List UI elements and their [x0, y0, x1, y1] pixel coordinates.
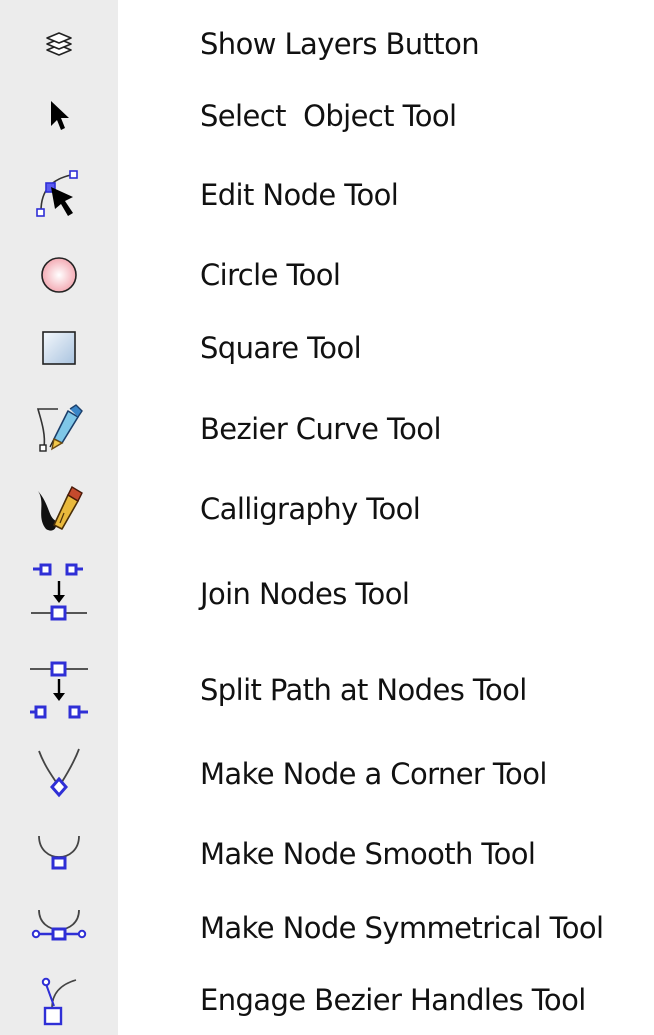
circle-icon[interactable] [39, 255, 79, 295]
tool-label: Engage Bezier Handles Tool [200, 983, 586, 1017]
calligraphy-pen-icon[interactable] [34, 483, 84, 535]
tool-row-calligraphy: Calligraphy Tool [0, 482, 654, 536]
tool-label: Square Tool [200, 331, 362, 365]
tool-label: Make Node Symmetrical Tool [200, 911, 604, 945]
corner-node-icon[interactable] [35, 747, 83, 801]
symmetric-node-icon[interactable] [30, 906, 88, 950]
tool-row-square: Square Tool [0, 324, 654, 372]
smooth-node-icon[interactable] [35, 832, 83, 876]
tool-label: Calligraphy Tool [200, 492, 421, 526]
square-icon[interactable] [40, 329, 78, 367]
select-arrow-icon[interactable] [46, 99, 72, 133]
tool-label: Circle Tool [200, 258, 341, 292]
tool-row-circle: Circle Tool [0, 250, 654, 300]
tool-label: Select Object Tool [200, 99, 457, 133]
tool-row-show-layers: Show Layers Button [0, 22, 654, 66]
split-path-icon[interactable] [28, 655, 90, 725]
edit-node-icon[interactable] [33, 169, 85, 221]
tool-label: Split Path at Nodes Tool [200, 673, 527, 707]
tool-row-smooth-node: Make Node Smooth Tool [0, 828, 654, 880]
tool-row-select-object: Select Object Tool [0, 94, 654, 138]
tool-label: Show Layers Button [200, 27, 480, 61]
bezier-handles-icon[interactable] [36, 972, 82, 1028]
tool-label: Join Nodes Tool [200, 577, 410, 611]
tool-label: Make Node a Corner Tool [200, 757, 547, 791]
bezier-pen-icon[interactable] [34, 403, 84, 455]
tool-row-bezier-curve: Bezier Curve Tool [0, 402, 654, 456]
tool-row-bezier-handles: Engage Bezier Handles Tool [0, 970, 654, 1030]
tool-label: Edit Node Tool [200, 178, 399, 212]
tool-label: Make Node Smooth Tool [200, 837, 536, 871]
tool-row-corner-node: Make Node a Corner Tool [0, 746, 654, 802]
join-nodes-icon[interactable] [29, 561, 89, 627]
tool-label: Bezier Curve Tool [200, 412, 442, 446]
tool-row-join-nodes: Join Nodes Tool [0, 558, 654, 630]
tool-row-edit-node: Edit Node Tool [0, 168, 654, 222]
layers-icon[interactable] [44, 31, 74, 57]
tool-row-split-path: Split Path at Nodes Tool [0, 652, 654, 728]
tool-row-symmetric-node: Make Node Symmetrical Tool [0, 902, 654, 954]
